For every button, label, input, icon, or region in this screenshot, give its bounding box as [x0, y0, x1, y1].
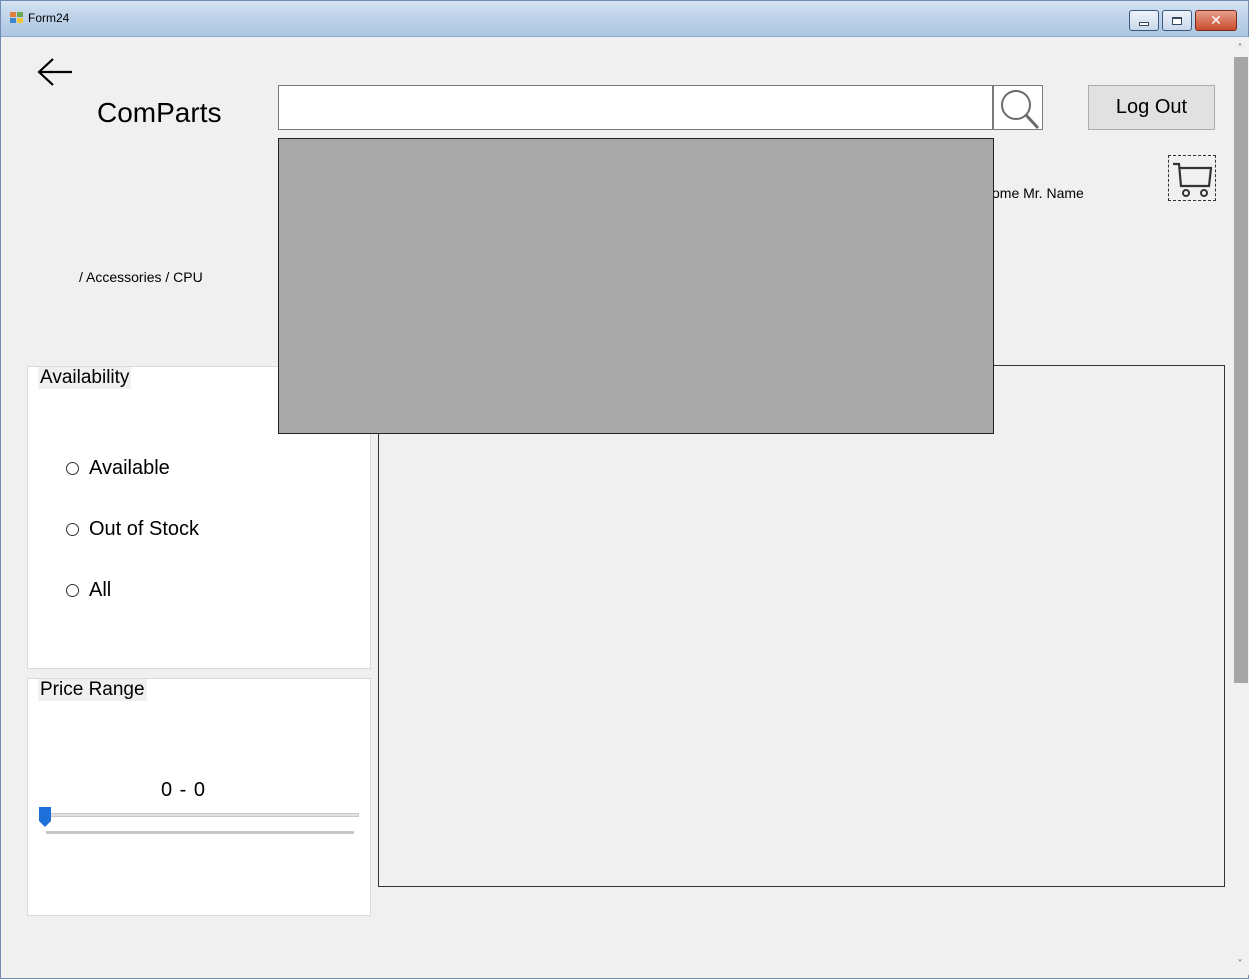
breadcrumb: / Accessories / CPU [79, 269, 203, 285]
radio-circle-icon [66, 462, 79, 475]
radio-label: All [89, 579, 112, 601]
welcome-label: ome Mr. Name [992, 185, 1084, 201]
search-input[interactable] [278, 85, 993, 130]
search-suggestions-dropdown[interactable] [278, 138, 994, 434]
price-range-slider[interactable] [39, 807, 359, 837]
slider-ticks [46, 831, 354, 834]
maximize-button[interactable] [1162, 10, 1192, 31]
maximize-icon [1172, 16, 1182, 25]
arrow-left-icon[interactable] [36, 57, 76, 87]
title-bar[interactable]: Form24 ✕ [1, 1, 1248, 37]
logout-button[interactable]: Log Out [1088, 85, 1215, 130]
close-button[interactable]: ✕ [1195, 10, 1237, 31]
vertical-scrollbar[interactable]: ˄ ˅ [1231, 37, 1249, 975]
radio-all[interactable]: All [66, 579, 111, 602]
price-range-filter-group: Price Range 0 - 0 [27, 678, 371, 916]
brand-title: ComParts [97, 97, 222, 128]
search-button[interactable] [993, 85, 1043, 130]
radio-circle-icon [66, 523, 79, 536]
minimize-icon [1139, 21, 1149, 26]
slider-thumb[interactable] [39, 807, 51, 827]
slider-track [39, 813, 359, 817]
window-title: Form24 [28, 11, 70, 25]
radio-out-of-stock[interactable]: Out of Stock [66, 518, 199, 541]
scroll-thumb[interactable] [1234, 57, 1248, 683]
price-range-title: Price Range [38, 679, 147, 701]
product-list-panel [378, 365, 1225, 887]
scroll-up-icon[interactable]: ˄ [1231, 39, 1249, 57]
radio-circle-icon [66, 584, 79, 597]
radio-available[interactable]: Available [66, 457, 170, 480]
magnifier-icon [1001, 90, 1040, 130]
shopping-cart-icon[interactable] [1168, 155, 1216, 201]
minimize-button[interactable] [1129, 10, 1159, 31]
form-client-area: ComParts Log Out ome Mr. Name / Accessor… [10, 37, 1249, 975]
availability-title: Availability [38, 367, 132, 389]
radio-label: Available [89, 457, 170, 479]
scroll-down-icon[interactable]: ˅ [1231, 955, 1249, 973]
close-icon: ✕ [1210, 12, 1222, 29]
app-window: Form24 ✕ ComParts Log Out ome Mr. Name /… [0, 0, 1249, 979]
app-icon [10, 12, 24, 24]
price-range-value: 0 - 0 [161, 779, 207, 801]
radio-label: Out of Stock [89, 518, 200, 540]
